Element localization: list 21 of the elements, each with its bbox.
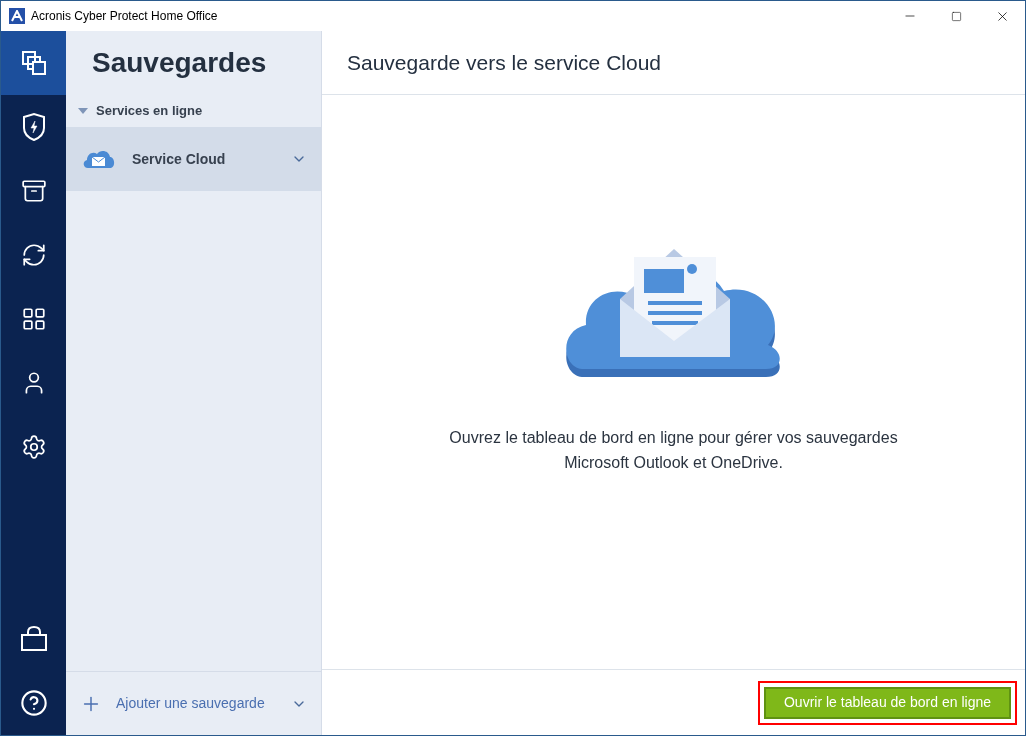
- sync-icon: [20, 242, 47, 268]
- item-label: Service Cloud: [132, 149, 226, 169]
- grid-icon: [20, 306, 47, 332]
- help-icon: [19, 689, 48, 717]
- nav-item[interactable]: [1, 31, 66, 95]
- archive-icon: [20, 178, 47, 204]
- window-title: Acronis Cyber Protect Home Office: [31, 8, 218, 25]
- collapse-triangle-icon: [78, 108, 88, 114]
- settings-icon: [20, 434, 47, 460]
- shield-icon: [20, 112, 47, 142]
- app-logo-icon: [9, 8, 25, 24]
- shopping-bag-icon: [19, 626, 48, 652]
- info-message: Ouvrez le tableau de bord en ligne pour gérer vos sauvegardes Microsoft Outlook et OneDrive.: [448, 428, 899, 473]
- sidebar-item[interactable]: Service Cloud: [66, 127, 321, 191]
- copies-icon: [20, 50, 47, 76]
- page-title: Sauvegarde vers le service Cloud: [322, 31, 1025, 95]
- add-backup-button[interactable]: Ajouter une sauvegarde: [66, 671, 321, 735]
- sidebar-title: Sauvegardes: [91, 46, 268, 80]
- cloud-mail-icon: [82, 148, 116, 170]
- group-header[interactable]: Services en ligne: [66, 95, 321, 127]
- maximize-icon: [950, 10, 962, 22]
